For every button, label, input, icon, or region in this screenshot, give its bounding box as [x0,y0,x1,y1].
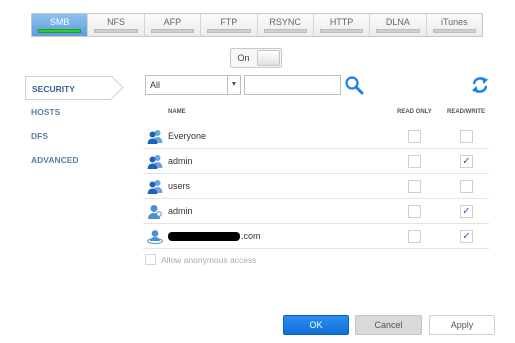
tab-dlna[interactable]: DLNA [370,14,427,36]
user-icon [148,205,162,219]
refresh-icon[interactable] [471,76,489,94]
user-name: Everyone [168,131,207,141]
tab-label: iTunes [440,17,468,27]
sidebar-item-label: DFS [31,131,48,141]
anonymous-access-label: Allow anonymous access [161,255,257,265]
sidebar-item-label: HOSTS [31,107,61,117]
redacted-username [168,232,240,241]
chevron-down-icon[interactable]: ▼ [227,76,240,94]
read-only-checkbox[interactable] [408,205,421,218]
sidebar-item-label: SECURITY [32,84,75,94]
tab-label: FTP [220,17,238,27]
group-icon [147,155,163,169]
status-indicator [207,29,251,33]
read-only-checkbox[interactable] [408,230,421,243]
tab-label: DLNA [385,17,410,27]
status-indicator [263,29,307,33]
sidebar-item-security[interactable]: SECURITY [25,76,111,100]
table-row: admin ✓ [143,199,489,224]
tab-smb[interactable]: SMB [32,14,89,36]
table-row: users [143,174,489,199]
tab-label: NFS [107,17,126,27]
tab-label: HTTP [329,17,354,27]
domain-user-icon [147,230,163,244]
cancel-button[interactable]: Cancel [355,315,422,335]
search-input[interactable] [244,75,341,95]
column-header-read-write: READ/WRITE [447,109,485,115]
filter-select[interactable]: All ▼ [145,75,241,95]
status-indicator [376,29,420,33]
group-icon [147,180,163,194]
user-name: admin [168,156,193,166]
ok-button[interactable]: OK [283,315,349,335]
protocol-tabs: SMB NFS AFP FTP RSYNC HTTP DLNA iTunes [31,13,483,37]
status-indicator [38,29,82,33]
tab-label: AFP [163,17,182,27]
service-toggle[interactable]: On [230,48,282,68]
table-row: .com ✓ [143,224,489,249]
filter-select-value: All [150,80,161,90]
read-write-checkbox[interactable]: ✓ [460,205,473,218]
apply-button[interactable]: Apply [429,315,495,335]
tab-nfs[interactable]: NFS [88,14,145,36]
status-indicator [319,29,364,33]
search-icon[interactable] [344,75,364,95]
sidebar-item-advanced[interactable]: ADVANCED [25,148,120,172]
sidebar: SECURITY HOSTS DFS ADVANCED [25,76,120,172]
column-header-read-only: READ ONLY [397,109,432,115]
toggle-knob[interactable] [256,50,280,66]
tab-itunes[interactable]: iTunes [426,14,482,36]
read-only-checkbox[interactable] [408,130,421,143]
tab-rsync[interactable]: RSYNC [257,14,314,36]
tab-http[interactable]: HTTP [313,14,371,36]
group-icon [147,130,163,144]
read-only-checkbox[interactable] [408,155,421,168]
read-write-checkbox[interactable] [460,130,473,143]
read-write-checkbox[interactable]: ✓ [460,230,473,243]
user-name: users [168,181,191,191]
sidebar-item-label: ADVANCED [31,155,79,165]
read-write-checkbox[interactable]: ✓ [460,155,473,168]
table-row: admin ✓ [143,149,489,174]
toggle-label: On [237,53,250,63]
tab-afp[interactable]: AFP [144,14,202,36]
sidebar-item-hosts[interactable]: HOSTS [25,100,120,124]
status-indicator [432,29,476,33]
status-indicator [94,29,138,33]
tab-label: RSYNC [269,17,301,27]
read-write-checkbox[interactable] [460,180,473,193]
read-only-checkbox[interactable] [408,180,421,193]
tab-ftp[interactable]: FTP [201,14,258,36]
status-indicator [150,29,195,33]
column-header-name: NAME [168,109,186,115]
anonymous-access-option[interactable]: Allow anonymous access [145,254,256,267]
tab-label: SMB [49,17,70,27]
user-name: admin [168,206,193,216]
table-row: Everyone [143,124,489,149]
anonymous-access-checkbox[interactable] [145,254,156,265]
sidebar-item-dfs[interactable]: DFS [25,124,120,148]
user-name: .com [241,231,261,241]
